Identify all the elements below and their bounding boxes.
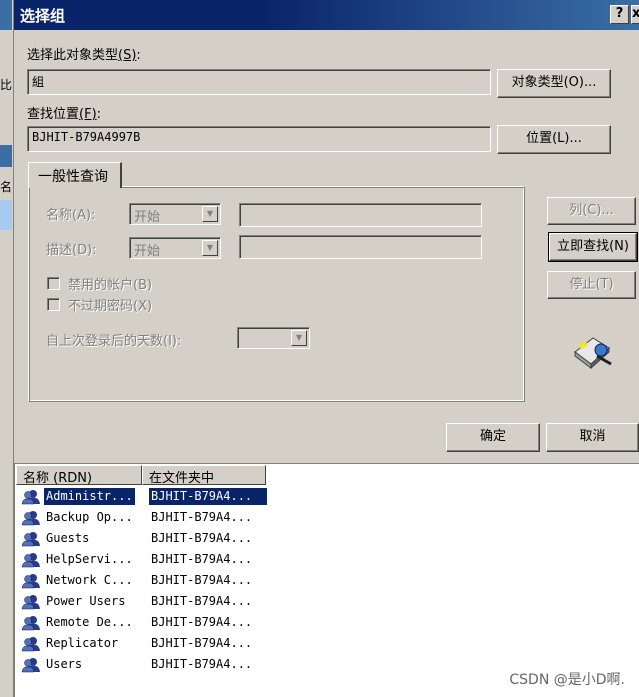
- description-mode-select: 开始 ▼: [129, 237, 221, 259]
- chevron-down-icon: ▼: [291, 330, 307, 346]
- location-accel: (F): [79, 107, 97, 122]
- row-folder: BJHIT-B79A4...: [151, 594, 253, 608]
- bg-highlight: [0, 200, 12, 230]
- close-button[interactable]: x: [631, 5, 639, 24]
- disabled-accounts-label: 禁用的帐户(B): [68, 278, 153, 293]
- location-label: 查找位置(F):: [27, 103, 101, 122]
- column-header-name[interactable]: 名称 (RDN): [16, 465, 142, 486]
- tab-general-queries[interactable]: 一般性查询: [28, 162, 122, 188]
- location-suffix: :: [96, 107, 102, 122]
- description-input: [239, 235, 482, 259]
- row-folder: BJHIT-B79A4...: [148, 487, 268, 506]
- object-type-suffix: :: [136, 48, 141, 63]
- group-icon: [21, 572, 43, 589]
- row-name: Users: [46, 657, 83, 671]
- locations-button[interactable]: 位置(L)...: [497, 125, 611, 154]
- row-name: Remote De...: [46, 615, 133, 629]
- group-icon: [21, 635, 43, 652]
- row-name: Administr...: [44, 488, 135, 505]
- group-icon: [21, 509, 43, 526]
- chevron-down-icon: ▼: [202, 206, 218, 222]
- row-name: HelpServi...: [46, 552, 133, 566]
- row-name: Backup Op...: [46, 510, 133, 524]
- row-name: Replicator: [46, 636, 119, 650]
- row-folder: BJHIT-B79A4...: [151, 573, 253, 587]
- name-input: [239, 203, 482, 227]
- bg-char: 比: [0, 78, 13, 92]
- bg-selected-row: [0, 145, 12, 167]
- search-results-list[interactable]: 名称 (RDN) 在文件夹中 Administr... BJHIT-B79A4..…: [14, 463, 639, 697]
- list-item[interactable]: Replicator BJHIT-B79A4...: [21, 633, 621, 654]
- object-type-label: 选择此对象类型(S):: [27, 44, 141, 63]
- object-type-accel: (S): [118, 48, 137, 63]
- group-icon: [21, 614, 43, 631]
- bg-titlebar: [0, 0, 12, 30]
- stop-button: 停止(T): [547, 271, 636, 299]
- row-name: Power Users: [46, 594, 126, 608]
- name-mode-value: 开始: [134, 210, 161, 225]
- background-window: 比 名: [0, 0, 14, 697]
- ok-button[interactable]: 确定: [446, 423, 540, 452]
- list-item[interactable]: Power Users BJHIT-B79A4...: [21, 591, 621, 612]
- watermark: CSDN @是小D啊.: [509, 672, 625, 688]
- row-name: Network C...: [46, 573, 133, 587]
- object-type-field: 組: [27, 69, 491, 95]
- location-label-text: 查找位置: [27, 107, 80, 122]
- days-since-logon-select: ▼: [237, 327, 310, 349]
- description-label: 描述(D):: [46, 243, 97, 258]
- search-flashlight-icon: [571, 330, 617, 370]
- group-icon: [21, 551, 43, 568]
- non-expiring-password-checkbox: [47, 298, 60, 311]
- row-folder: BJHIT-B79A4...: [151, 636, 253, 650]
- columns-button: 列(C)...: [547, 197, 636, 225]
- list-item[interactable]: Administr... BJHIT-B79A4...: [21, 486, 621, 507]
- group-icon: [21, 593, 43, 610]
- list-item[interactable]: HelpServi... BJHIT-B79A4...: [21, 549, 621, 570]
- disabled-accounts-checkbox: [47, 277, 60, 290]
- find-now-button[interactable]: 立即查找(N): [548, 232, 638, 262]
- list-item[interactable]: Remote De... BJHIT-B79A4...: [21, 612, 621, 633]
- list-item[interactable]: Backup Op... BJHIT-B79A4...: [21, 507, 621, 528]
- dialog-title: 选择组: [20, 7, 66, 25]
- row-folder: BJHIT-B79A4...: [151, 552, 253, 566]
- cancel-button[interactable]: 取消: [546, 423, 639, 452]
- days-since-logon-label: 自上次登录后的天数(I):: [46, 334, 182, 349]
- group-icon: [21, 488, 43, 505]
- object-types-button[interactable]: 对象类型(O)...: [497, 69, 611, 98]
- help-button[interactable]: ?: [610, 5, 629, 24]
- location-field: BJHIT-B79A4997B: [27, 126, 491, 152]
- row-folder: BJHIT-B79A4...: [151, 615, 253, 629]
- row-folder: BJHIT-B79A4...: [151, 657, 253, 671]
- chevron-down-icon: ▼: [202, 240, 218, 256]
- list-item[interactable]: Guests BJHIT-B79A4...: [21, 528, 621, 549]
- list-item[interactable]: Network C... BJHIT-B79A4...: [21, 570, 621, 591]
- column-header-folder[interactable]: 在文件夹中: [142, 465, 266, 486]
- title-bar: 选择组 ? x: [14, 0, 639, 30]
- bg-char: 名: [0, 180, 13, 194]
- row-folder: BJHIT-B79A4...: [151, 510, 253, 524]
- row-name: Guests: [46, 531, 90, 545]
- name-label: 名称(A):: [46, 208, 96, 223]
- non-expiring-password-label: 不过期密码(X): [68, 299, 153, 314]
- row-folder: BJHIT-B79A4...: [151, 531, 253, 545]
- name-mode-select: 开始 ▼: [129, 203, 221, 225]
- group-icon: [21, 530, 43, 547]
- object-type-label-text: 选择此对象类型: [27, 48, 119, 63]
- group-icon: [21, 656, 43, 673]
- description-mode-value: 开始: [134, 244, 161, 259]
